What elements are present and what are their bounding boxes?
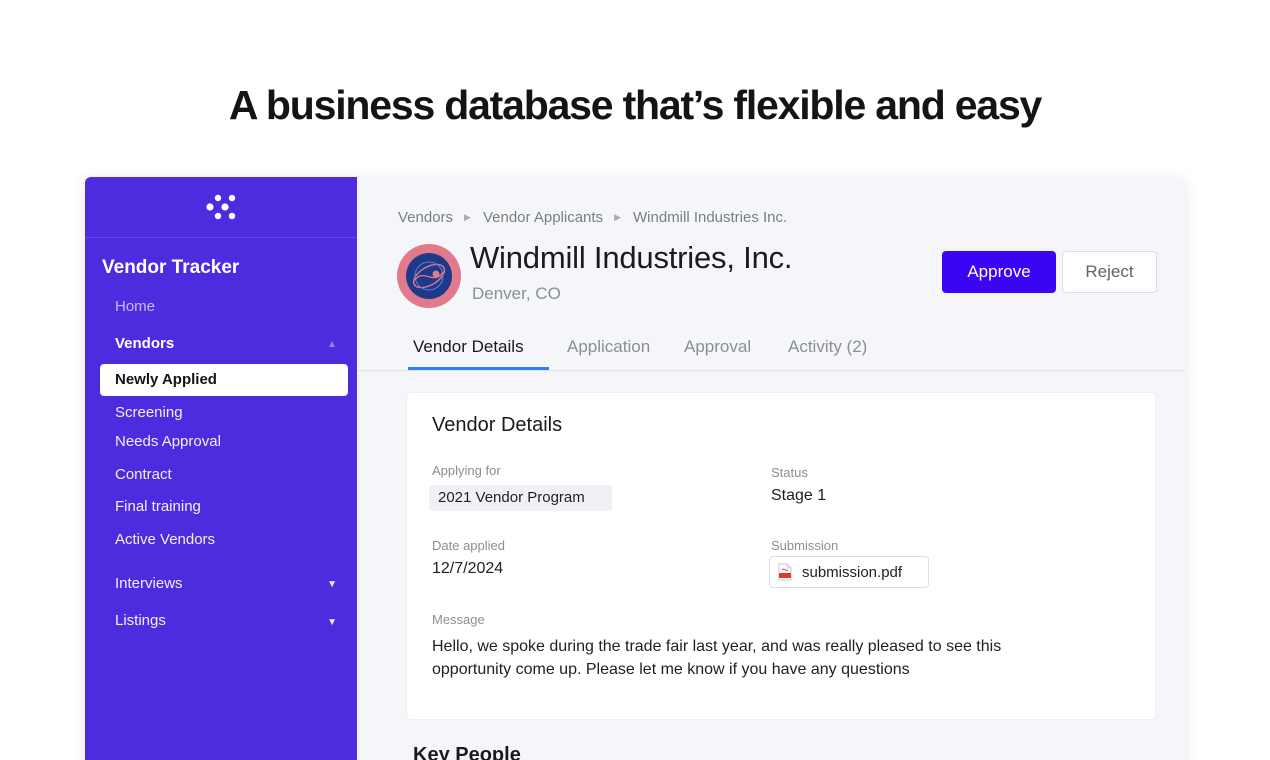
tab-application[interactable]: Application: [567, 337, 650, 357]
tab-vendor-details[interactable]: Vendor Details: [413, 337, 524, 357]
sidebar: Vendor Tracker Home Vendors ▲ Newly Appl…: [85, 177, 357, 760]
sidebar-item-active-vendors[interactable]: Active Vendors: [115, 531, 215, 548]
pdf-file-icon: [778, 563, 792, 581]
sidebar-item-newly-applied[interactable]: Newly Applied: [100, 364, 348, 396]
page-headline: A business database that’s flexible and …: [228, 82, 1043, 128]
submission-label: Submission: [771, 538, 839, 553]
tab-activity[interactable]: Activity (2): [788, 337, 867, 357]
sidebar-item-vendors[interactable]: Vendors: [115, 335, 174, 352]
tab-bar: Vendor Details Application Approval Acti…: [357, 325, 1185, 371]
app-logo-icon[interactable]: [205, 192, 237, 222]
approve-button[interactable]: Approve: [942, 251, 1056, 293]
sidebar-item-final-training[interactable]: Final training: [115, 498, 201, 515]
card-title: Vendor Details: [432, 414, 563, 436]
vendor-location: Denver, CO: [472, 284, 561, 303]
status-label: Status: [771, 465, 808, 480]
reject-button[interactable]: Reject: [1062, 251, 1157, 293]
expand-down-icon[interactable]: ▼: [327, 579, 337, 590]
expand-down-icon[interactable]: ▼: [327, 617, 337, 628]
app-window: Vendor Tracker Home Vendors ▲ Newly Appl…: [85, 177, 1185, 760]
breadcrumb-separator-icon: ▶: [464, 212, 471, 222]
main-content: Vendors ▶ Vendor Applicants ▶ Windmill I…: [357, 177, 1185, 760]
tab-approval[interactable]: Approval: [684, 337, 751, 357]
message-value: Hello, we spoke during the trade fair la…: [432, 638, 1002, 678]
sidebar-item-needs-approval[interactable]: Needs Approval: [115, 433, 221, 450]
active-tab-indicator: [408, 367, 549, 370]
vendor-details-card: Vendor Details Applying for 2021 Vendor …: [406, 392, 1156, 720]
collapse-up-icon[interactable]: ▲: [327, 339, 337, 350]
breadcrumb-vendors[interactable]: Vendors: [398, 209, 453, 226]
applying-for-value: 2021 Vendor Program: [429, 485, 612, 511]
breadcrumb-separator-icon: ▶: [614, 212, 621, 222]
submission-attachment[interactable]: submission.pdf: [769, 556, 929, 588]
submission-file-name: submission.pdf: [802, 563, 903, 581]
globe-logo-icon: [406, 253, 452, 299]
message-label: Message: [432, 612, 485, 627]
sidebar-app-title: Vendor Tracker: [102, 257, 240, 278]
sidebar-item-interviews[interactable]: Interviews: [115, 575, 183, 592]
logo-area: [85, 177, 357, 238]
breadcrumb-current: Windmill Industries Inc.: [632, 209, 788, 226]
sidebar-item-home[interactable]: Home: [115, 298, 155, 315]
sidebar-item-contract[interactable]: Contract: [115, 466, 172, 483]
sidebar-item-screening[interactable]: Screening: [115, 404, 183, 421]
vendor-logo-avatar: [397, 244, 461, 308]
date-applied-label: Date applied: [432, 538, 505, 553]
date-applied-value: 12/7/2024: [432, 560, 504, 577]
vendor-name: Windmill Industries, Inc.: [470, 240, 793, 275]
breadcrumb-vendor-applicants[interactable]: Vendor Applicants: [483, 209, 603, 226]
status-value: Stage 1: [771, 487, 827, 504]
key-people-heading: Key People: [413, 744, 521, 760]
applying-for-label: Applying for: [432, 463, 501, 478]
sidebar-item-listings[interactable]: Listings: [115, 612, 166, 629]
breadcrumb: Vendors ▶ Vendor Applicants ▶ Windmill I…: [398, 209, 787, 226]
